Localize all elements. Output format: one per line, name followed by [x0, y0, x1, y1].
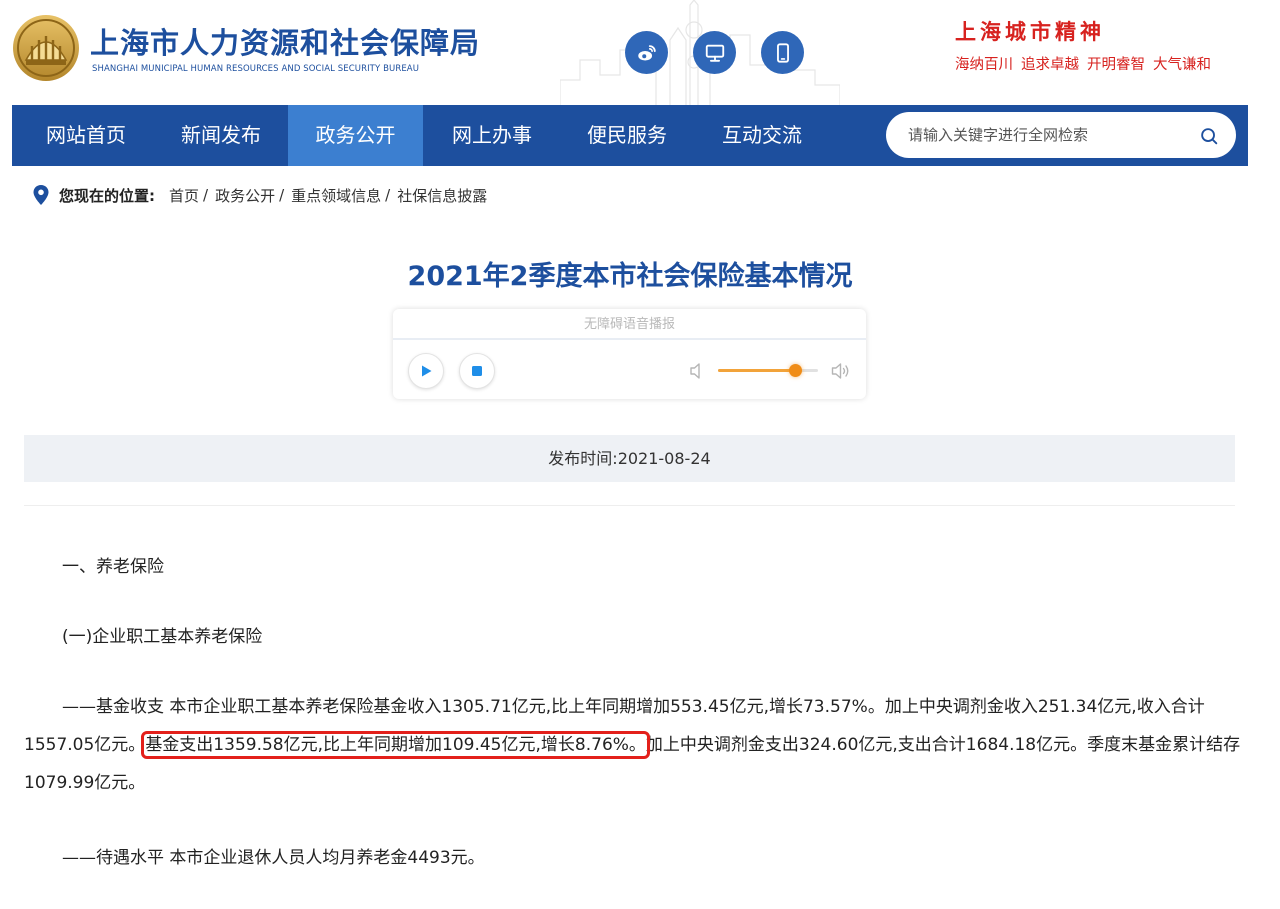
breadcrumb-government-affairs[interactable]: 政务公开: [215, 185, 275, 206]
bureau-logo-icon[interactable]: [12, 14, 80, 82]
main-nav: 网站首页 新闻发布 政务公开 网上办事 便民服务 互动交流: [12, 105, 1248, 166]
article-paragraph: ——待遇水平 本市企业退休人员人均月养老金4493元。: [62, 848, 485, 868]
content-divider: [24, 505, 1235, 506]
publish-date: 发布时间:2021-08-24: [24, 435, 1235, 482]
nav-item-online-services[interactable]: 网上办事: [433, 105, 551, 166]
site-search-box: [886, 112, 1236, 158]
breadcrumb-home[interactable]: 首页: [169, 185, 199, 206]
site-name-cn[interactable]: 上海市人力资源和社会保障局: [90, 20, 480, 62]
breadcrumb-key-areas[interactable]: 重点领域信息: [291, 185, 381, 206]
volume-high-icon[interactable]: [831, 361, 851, 381]
nav-item-government-affairs[interactable]: 政务公开: [288, 105, 423, 166]
article-title: 2021年2季度本市社会保险基本情况: [407, 261, 853, 292]
city-spirit-words: 海纳百川 追求卓越 开明睿智 大气谦和: [955, 53, 1211, 74]
location-pin-icon: [33, 185, 49, 205]
volume-slider-fill: [718, 369, 795, 372]
weibo-icon: [637, 44, 656, 61]
site-name-en: SHANGHAI MUNICIPAL HUMAN RESOURCES AND S…: [92, 64, 420, 74]
city-spirit-title: 上海城市精神: [955, 19, 1105, 44]
mobile-icon: [776, 42, 789, 63]
section-heading: 一、养老保险: [62, 557, 164, 577]
stop-button[interactable]: [459, 353, 495, 389]
breadcrumb: 您现在的位置: 首页 / 政务公开 / 重点领域信息 / 社保信息披露: [33, 184, 487, 206]
subsection-heading: (一)企业职工基本养老保险: [62, 627, 263, 647]
article-paragraph: ——基金收支 本市企业职工基本养老保险基金收入1305.71亿元,比上年同期增加…: [24, 688, 1244, 802]
volume-slider-handle[interactable]: [789, 364, 802, 377]
stop-icon: [472, 366, 482, 376]
breadcrumb-social-security-disclosure[interactable]: 社保信息披露: [397, 185, 487, 206]
play-button[interactable]: [408, 353, 444, 389]
nav-item-interaction[interactable]: 互动交流: [703, 105, 821, 166]
nav-item-public-services[interactable]: 便民服务: [568, 105, 686, 166]
nav-item-news[interactable]: 新闻发布: [162, 105, 280, 166]
desktop-icon: [705, 44, 724, 62]
search-input[interactable]: [908, 112, 1188, 158]
nav-item-home[interactable]: 网站首页: [27, 105, 145, 166]
breadcrumb-label: 您现在的位置:: [59, 186, 155, 205]
desktop-site-button[interactable]: [693, 31, 736, 74]
audio-player: 无障碍语音播报: [393, 309, 866, 399]
spirit-word: 追求卓越: [1021, 57, 1079, 73]
volume-low-icon[interactable]: [689, 361, 705, 381]
weibo-button[interactable]: [625, 31, 668, 74]
play-icon: [422, 365, 432, 377]
spirit-word: 海纳百川: [955, 57, 1013, 73]
volume-slider[interactable]: [718, 364, 818, 377]
highlighted-text: 基金支出1359.58亿元,比上年同期增加109.45亿元,增长8.76%。: [141, 731, 650, 759]
player-title: 无障碍语音播报: [393, 309, 866, 340]
spirit-word: 开明睿智: [1087, 57, 1145, 73]
spirit-word: 大气谦和: [1153, 57, 1211, 73]
search-icon[interactable]: [1198, 125, 1220, 147]
mobile-site-button[interactable]: [761, 31, 804, 74]
site-header: 上海市人力资源和社会保障局 SHANGHAI MUNICIPAL HUMAN R…: [0, 0, 1280, 105]
